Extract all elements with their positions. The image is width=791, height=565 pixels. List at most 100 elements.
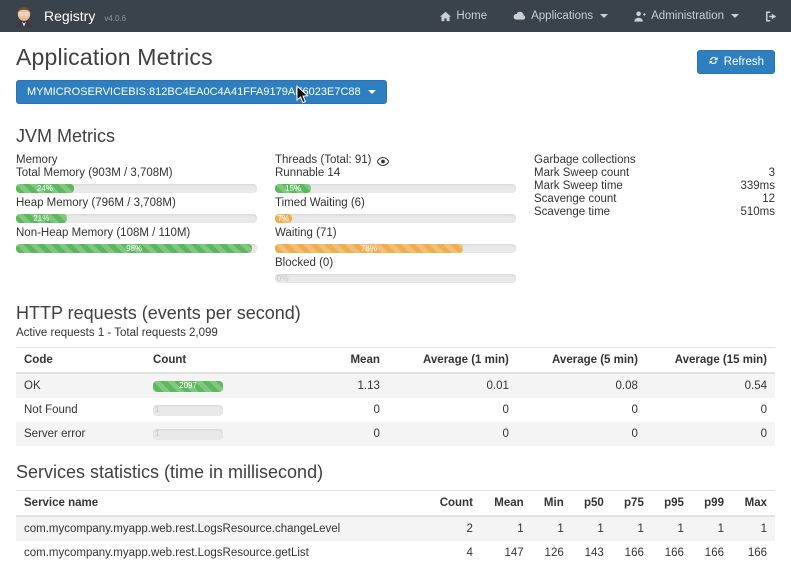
gc-value: 12 bbox=[762, 193, 775, 206]
http-requests-table: Code Count Mean Average (1 min) Average … bbox=[16, 347, 775, 446]
heap-memory-progress-fill: 21% bbox=[16, 214, 67, 223]
nav-applications-label: Applications bbox=[531, 10, 593, 22]
col-header-p75: p75 bbox=[612, 491, 652, 517]
http-count-value: 1 bbox=[155, 406, 159, 414]
services-table-header-row: Service name Count Mean Min p50 p75 p95 … bbox=[16, 491, 775, 517]
services-statistics-table: Service name Count Mean Min p50 p75 p95 … bbox=[16, 490, 775, 565]
waiting-progress-fill: 78% bbox=[275, 244, 463, 253]
gc-value: 3 bbox=[769, 167, 775, 180]
nav-item-home[interactable]: Home bbox=[440, 10, 487, 22]
page-header: Application Metrics Refresh bbox=[16, 44, 775, 74]
http-code: OK bbox=[16, 373, 145, 398]
service-p95: 166 bbox=[652, 541, 692, 565]
chevron-down-icon bbox=[731, 14, 739, 18]
http-avg15: 0 bbox=[646, 422, 775, 446]
gc-row-marksweep-count: Mark Sweep count 3 bbox=[534, 167, 775, 180]
total-memory-progress-fill: 24% bbox=[16, 184, 74, 193]
http-count-cell: 2097 bbox=[145, 373, 259, 398]
refresh-icon bbox=[708, 55, 719, 69]
nav-item-administration[interactable]: Administration bbox=[634, 10, 739, 22]
service-mean: 147 bbox=[481, 541, 532, 565]
timed-waiting-progress-fill: 7% bbox=[275, 214, 292, 223]
service-name: com.mycompany.myapp.web.rest.LogsResourc… bbox=[16, 541, 426, 565]
service-p75: 1 bbox=[612, 516, 652, 541]
service-max: 1 bbox=[732, 516, 775, 541]
http-avg15: 0.54 bbox=[646, 373, 775, 398]
waiting-label: Waiting (71) bbox=[275, 227, 516, 240]
col-header-count: Count bbox=[145, 348, 259, 374]
threads-title: Threads (Total: 91) bbox=[275, 154, 372, 167]
runnable-percent: 15% bbox=[285, 185, 301, 193]
http-count-progressbar: 2097 bbox=[153, 381, 223, 392]
http-mean: 1.13 bbox=[259, 373, 388, 398]
nonheap-memory-label: Non-Heap Memory (108M / 110M) bbox=[16, 227, 257, 240]
blocked-label: Blocked (0) bbox=[275, 257, 516, 270]
brand-name: Registry bbox=[44, 8, 95, 24]
http-code: Server error bbox=[16, 422, 145, 446]
col-header-mean: Mean bbox=[259, 348, 388, 374]
col-header-service-name: Service name bbox=[16, 491, 426, 517]
service-max: 166 bbox=[732, 541, 775, 565]
chevron-down-icon bbox=[368, 90, 376, 94]
col-header-p99: p99 bbox=[692, 491, 732, 517]
service-row-getlist: com.mycompany.myapp.web.rest.LogsResourc… bbox=[16, 541, 775, 565]
top-navbar: Registry v4.0.6 Home Applications bbox=[0, 0, 791, 32]
chevron-down-icon bbox=[600, 14, 608, 18]
http-row-not-found: Not Found 1 0 0 0 0 bbox=[16, 398, 775, 422]
eye-icon[interactable] bbox=[377, 157, 389, 166]
service-name: com.mycompany.myapp.web.rest.LogsResourc… bbox=[16, 516, 426, 541]
http-avg5: 0.08 bbox=[517, 373, 646, 398]
col-header-mean: Mean bbox=[481, 491, 532, 517]
gc-label: Scavenge count bbox=[534, 193, 616, 206]
total-memory-progressbar: 24% bbox=[16, 184, 257, 193]
service-p99: 1 bbox=[692, 516, 732, 541]
user-plus-icon bbox=[634, 11, 646, 22]
waiting-progressbar: 78% bbox=[275, 244, 516, 253]
refresh-button[interactable]: Refresh bbox=[697, 50, 775, 74]
http-avg1: 0.01 bbox=[388, 373, 517, 398]
col-header-max: Max bbox=[732, 491, 775, 517]
jvm-metrics-title: JVM Metrics bbox=[16, 126, 775, 147]
service-count: 2 bbox=[426, 516, 481, 541]
runnable-progress-fill: 15% bbox=[275, 184, 311, 193]
nav-menu: Home Applications Administration bbox=[440, 10, 777, 22]
instance-selector-label: MYMICROSERVICEBIS:812BC4EA0C4A41FFA9179A… bbox=[27, 86, 361, 98]
http-mean: 0 bbox=[259, 398, 388, 422]
service-min: 1 bbox=[532, 516, 572, 541]
heap-memory-progressbar: 21% bbox=[16, 214, 257, 223]
service-p99: 166 bbox=[692, 541, 732, 565]
nav-item-logout[interactable] bbox=[765, 11, 777, 22]
http-count-progressbar: 1 bbox=[153, 405, 223, 416]
nav-administration-label: Administration bbox=[651, 10, 724, 22]
brand-version: v4.0.6 bbox=[104, 14, 126, 23]
total-memory-percent: 24% bbox=[37, 185, 53, 193]
runnable-progressbar: 15% bbox=[275, 184, 516, 193]
gc-value: 339ms bbox=[740, 180, 775, 193]
nav-item-applications[interactable]: Applications bbox=[513, 10, 608, 22]
http-table-header-row: Code Count Mean Average (1 min) Average … bbox=[16, 348, 775, 374]
http-avg15: 0 bbox=[646, 398, 775, 422]
http-avg1: 0 bbox=[388, 422, 517, 446]
refresh-button-label: Refresh bbox=[724, 56, 764, 68]
page-title: Application Metrics bbox=[16, 44, 213, 71]
memory-metrics-column: Memory Total Memory (903M / 3,708M) 24% … bbox=[16, 154, 257, 287]
http-count-cell: 1 bbox=[145, 398, 259, 422]
main-content: Application Metrics Refresh MYMICROSERVI… bbox=[0, 44, 791, 565]
brand[interactable]: Registry v4.0.6 bbox=[12, 4, 126, 28]
service-p95: 1 bbox=[652, 516, 692, 541]
col-header-avg1: Average (1 min) bbox=[388, 348, 517, 374]
http-requests-title: HTTP requests (events per second) bbox=[16, 303, 775, 324]
total-memory-label: Total Memory (903M / 3,708M) bbox=[16, 167, 257, 180]
col-header-p95: p95 bbox=[652, 491, 692, 517]
gc-metrics-column: Garbage collections Mark Sweep count 3 M… bbox=[534, 154, 775, 287]
instance-selector-dropdown[interactable]: MYMICROSERVICEBIS:812BC4EA0C4A41FFA9179A… bbox=[16, 80, 387, 104]
http-count-value: 1 bbox=[155, 430, 159, 438]
jhipster-avatar-logo bbox=[12, 4, 36, 28]
service-p50: 143 bbox=[572, 541, 612, 565]
waiting-percent: 78% bbox=[361, 245, 377, 253]
services-statistics-title: Services statistics (time in millisecond… bbox=[16, 462, 775, 483]
gc-value: 510ms bbox=[740, 206, 775, 219]
nav-home-label: Home bbox=[456, 10, 487, 22]
gc-row-marksweep-time: Mark Sweep time 339ms bbox=[534, 180, 775, 193]
memory-title: Memory bbox=[16, 154, 257, 167]
